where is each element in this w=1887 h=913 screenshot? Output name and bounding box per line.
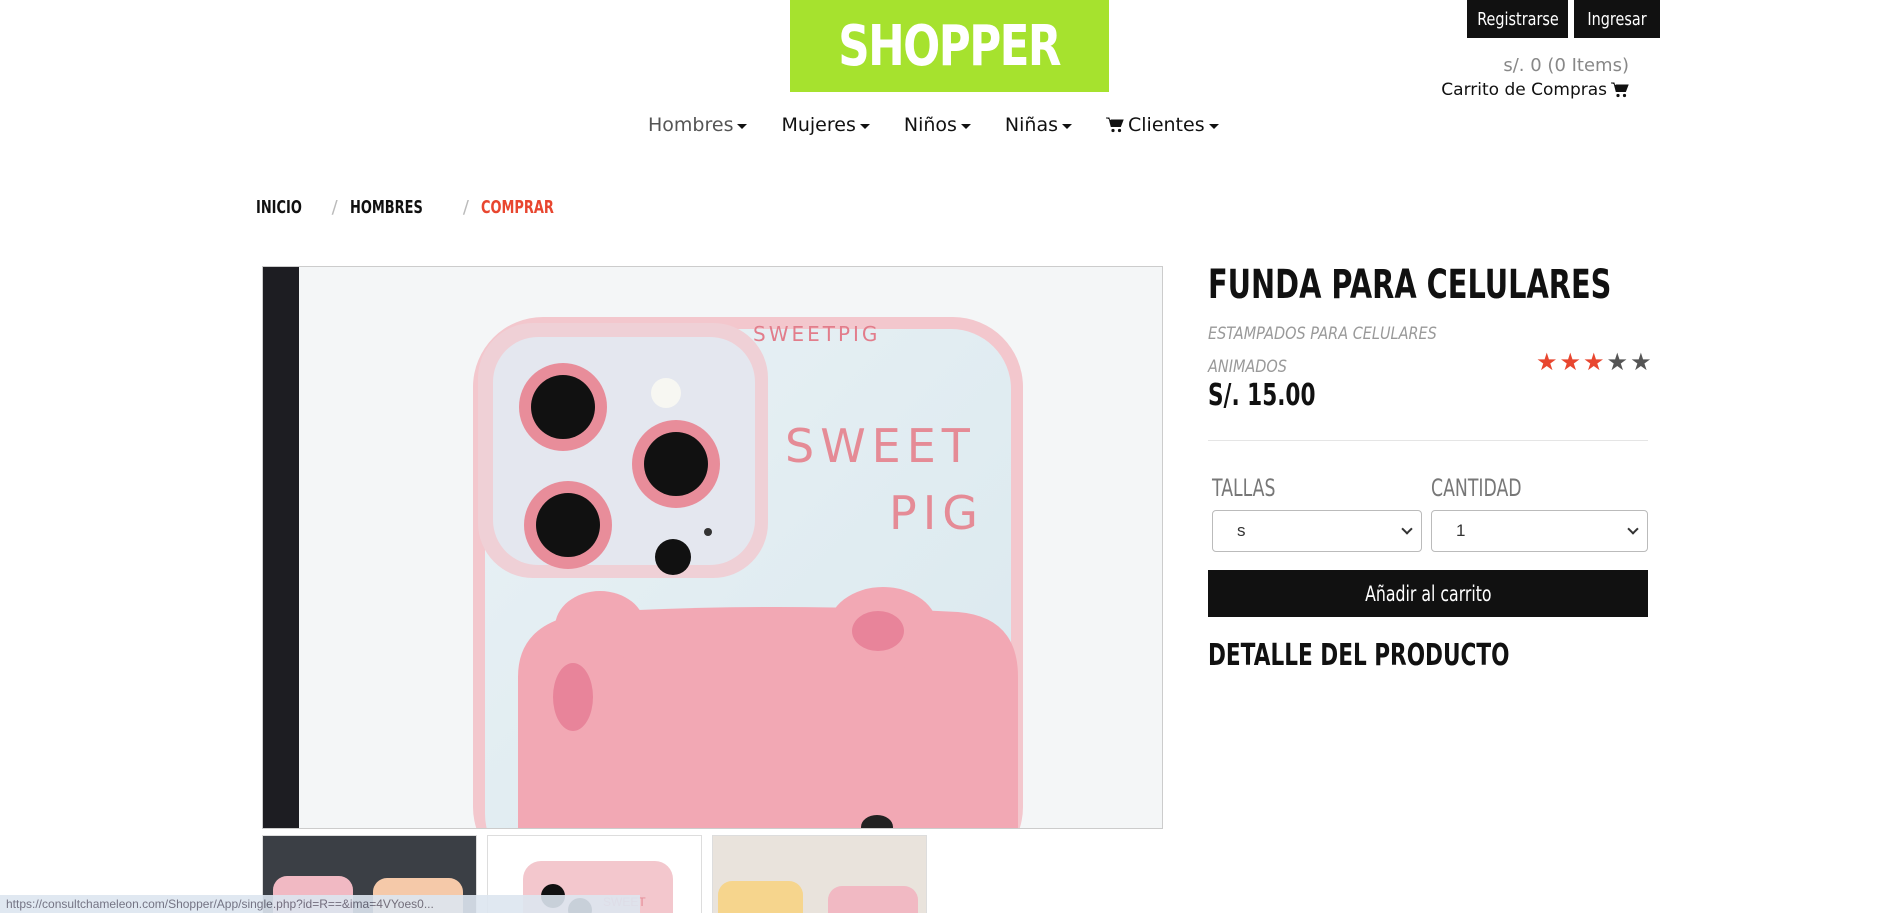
- caret-down-icon: [859, 123, 870, 129]
- nav-item-ninas[interactable]: Niñas: [1005, 114, 1072, 136]
- product-subtitle: ESTAMPADOS PARA CELULARES ANIMADOS: [1208, 318, 1508, 384]
- breadcrumb: INICIO / HOMBRES / COMPRAR: [256, 197, 582, 218]
- thumbnail-3[interactable]: [712, 835, 927, 913]
- cart-summary: s/. 0 (0 Items): [1503, 55, 1629, 76]
- quantity-select[interactable]: 1: [1431, 510, 1648, 552]
- brand-logo-text: SHOPPER: [838, 13, 1062, 79]
- nav-item-hombres[interactable]: Hombres: [648, 114, 748, 136]
- nav-item-label: Hombres: [648, 114, 734, 136]
- caret-down-icon: [1062, 123, 1072, 129]
- nav-item-label: Niños: [903, 114, 957, 136]
- svg-text:SWEETPIG: SWEETPIG: [753, 322, 880, 346]
- star-icon: ★: [1606, 349, 1629, 376]
- size-select[interactable]: s: [1212, 510, 1422, 552]
- nav-item-label: Mujeres: [781, 114, 856, 136]
- nav-item-ninos[interactable]: Niños: [904, 114, 971, 136]
- svg-text:PIG: PIG: [889, 486, 984, 540]
- shopping-cart-icon: [1106, 117, 1124, 133]
- star-icon: ★: [1583, 349, 1605, 376]
- product-subtitle-line: ESTAMPADOS PARA CELULARES: [1208, 324, 1437, 344]
- quantity-select-value: 1: [1456, 521, 1466, 540]
- nav-item-label: Clientes: [1128, 114, 1205, 136]
- size-select-value: s: [1237, 521, 1246, 540]
- cart-link-label: Carrito de Compras: [1441, 80, 1607, 100]
- cart-link[interactable]: Carrito de Compras: [1441, 80, 1629, 100]
- shopping-cart-icon: [1611, 82, 1629, 98]
- auth-links: Registrarse Ingresar: [1467, 0, 1660, 38]
- nav-item-clientes[interactable]: Clientes: [1106, 114, 1219, 136]
- breadcrumb-inicio[interactable]: INICIO: [256, 197, 302, 218]
- caret-down-icon: [960, 123, 971, 129]
- login-button[interactable]: Ingresar: [1574, 0, 1660, 38]
- add-to-cart-button[interactable]: Añadir al carrito: [1208, 570, 1648, 617]
- size-label: TALLAS: [1212, 474, 1276, 502]
- phone-case-illustration: SWEETPIG SWEET PIG: [263, 267, 1162, 828]
- star-icon: ★: [1630, 349, 1652, 376]
- product-detail-title: DETALLE DEL PRODUCTO: [1208, 638, 1510, 673]
- star-icon: ★: [1559, 349, 1582, 376]
- status-bar-url: https://consultchameleon.com/Shopper/App…: [0, 895, 640, 913]
- caret-down-icon: [1208, 123, 1219, 129]
- chevron-down-icon: [1627, 523, 1639, 535]
- nav-item-label: Niñas: [1004, 114, 1058, 136]
- breadcrumb-separator: /: [462, 197, 469, 218]
- quantity-label: CANTIDAD: [1431, 474, 1522, 502]
- breadcrumb-hombres[interactable]: HOMBRES: [350, 197, 423, 218]
- breadcrumb-current: COMPRAR: [480, 197, 554, 218]
- add-to-cart-label: Añadir al carrito: [1364, 581, 1492, 606]
- product-title: FUNDA PARA CELULARES: [1208, 262, 1612, 308]
- svg-text:SWEET: SWEET: [785, 419, 976, 473]
- product-rating: ★ ★ ★ ★ ★: [1536, 348, 1652, 377]
- brand-logo[interactable]: SHOPPER: [790, 0, 1109, 92]
- main-nav: Hombres Mujeres Niños Niñas Clientes: [648, 114, 1219, 136]
- register-button[interactable]: Registrarse: [1467, 0, 1568, 38]
- nav-item-mujeres[interactable]: Mujeres: [781, 114, 870, 136]
- caret-down-icon: [737, 123, 748, 129]
- product-main-image[interactable]: SWEETPIG SWEET PIG: [262, 266, 1163, 829]
- divider: [1208, 440, 1648, 441]
- star-icon: ★: [1536, 349, 1558, 376]
- chevron-down-icon: [1401, 523, 1413, 535]
- product-price: S/. 15.00: [1208, 378, 1316, 413]
- breadcrumb-separator: /: [331, 197, 338, 218]
